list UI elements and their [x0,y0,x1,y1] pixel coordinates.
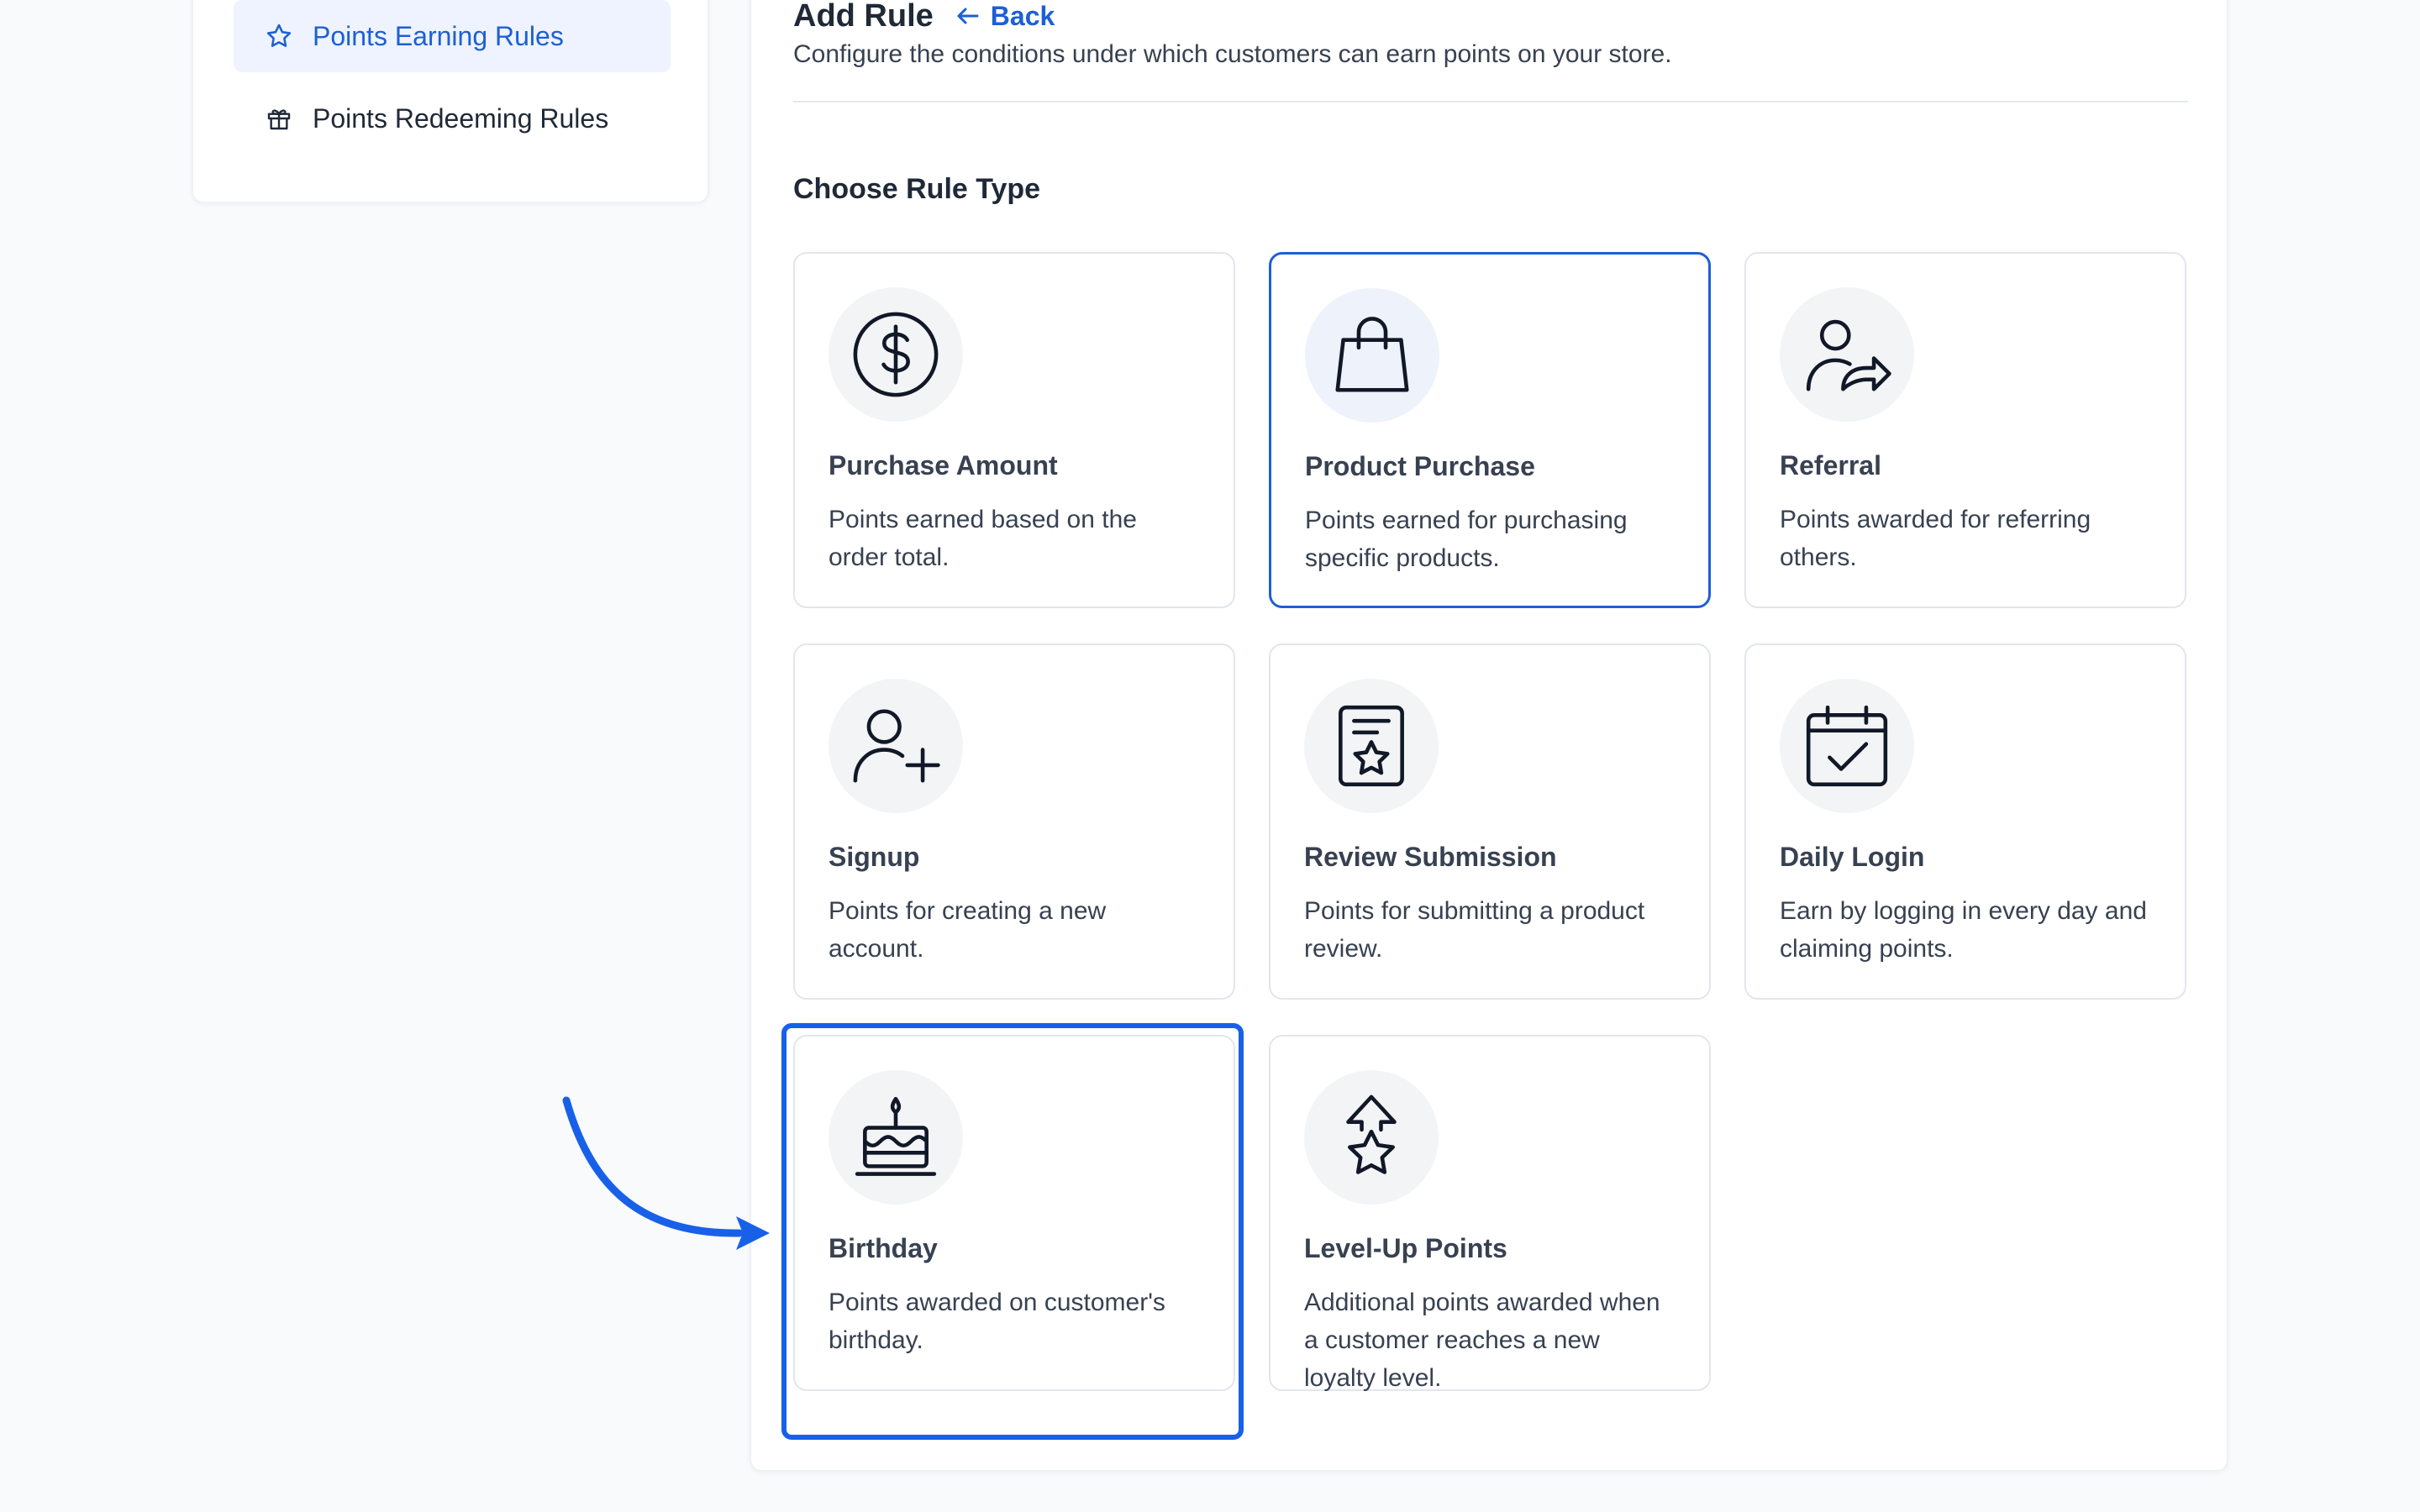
rule-card-purchase-amount[interactable]: Purchase Amount Points earned based on t… [793,252,1235,608]
section-title: Choose Rule Type [793,173,1041,205]
rule-card-desc: Points for submitting a product review. [1304,897,1645,963]
back-link[interactable]: Back [955,1,1055,32]
rule-card-title: Signup [829,842,920,872]
rule-card-daily-login[interactable]: Daily Login Earn by logging in every day… [1744,643,2186,1000]
rule-card-desc: Points for creating a new account. [829,897,1107,963]
rule-card-desc: Earn by logging in every day and claimin… [1780,897,2147,963]
rule-card-product-purchase[interactable]: Product Purchase Points earned for purch… [1269,252,1711,608]
page-title: Add Rule [793,0,934,34]
rule-card-desc: Points awarded on customer's birthday. [829,1289,1165,1354]
rule-card-title: Daily Login [1780,842,1925,872]
rule-card-level-up-points[interactable]: Level-Up Points Additional points awarde… [1269,1035,1711,1392]
rule-card-desc: Points earned for purchasing specific pr… [1305,507,1628,572]
sidebar-item-label: Points Redeeming Rules [313,102,609,134]
calendar-check-icon [1780,679,1914,813]
birthday-cake-icon [829,1070,963,1205]
shopping-bag-icon [1305,288,1439,423]
sidebar-item-points-earning-rules[interactable]: Points Earning Rules [234,0,671,72]
rule-card-referral[interactable]: Referral Points awarded for referring ot… [1744,252,2186,608]
dollar-circle-icon [829,287,963,422]
star-icon [264,21,294,51]
rule-card-title: Purchase Amount [829,450,1058,480]
main-panel: Add Rule Back Configure the conditions u… [750,0,2228,1472]
divider [793,101,2188,102]
rule-card-desc: Additional points awarded when a custome… [1304,1289,1660,1392]
level-up-star-icon [1304,1070,1439,1205]
sidebar: Points Earning Rules Points Redeeming Ru… [192,0,709,203]
header-row: Add Rule Back [793,0,1055,34]
rule-card-desc: Points awarded for referring others. [1780,506,2091,571]
gift-icon [264,103,294,134]
user-plus-icon [829,679,963,813]
back-label: Back [990,0,1055,31]
page-subtitle: Configure the conditions under which cus… [793,40,1672,68]
review-star-icon [1304,679,1439,813]
sidebar-item-points-redeeming-rules[interactable]: Points Redeeming Rules [234,82,671,155]
rule-card-signup[interactable]: Signup Points for creating a new account… [793,643,1235,1000]
rule-card-title: Referral [1780,450,1881,480]
annotation-arrow-icon [562,1096,770,1250]
user-share-icon [1780,287,1914,422]
rule-card-title: Birthday [829,1233,938,1263]
sidebar-item-label: Points Earning Rules [313,20,564,51]
rule-card-birthday[interactable]: Birthday Points awarded on customer's bi… [793,1035,1235,1391]
arrow-left-icon [957,8,979,24]
rule-card-review-submission[interactable]: Review Submission Points for submitting … [1269,643,1711,1000]
rule-card-desc: Points earned based on the order total. [829,506,1137,571]
rule-card-title: Product Purchase [1305,451,1535,481]
rule-card-title: Level-Up Points [1304,1233,1507,1263]
rule-card-title: Review Submission [1304,842,1557,872]
